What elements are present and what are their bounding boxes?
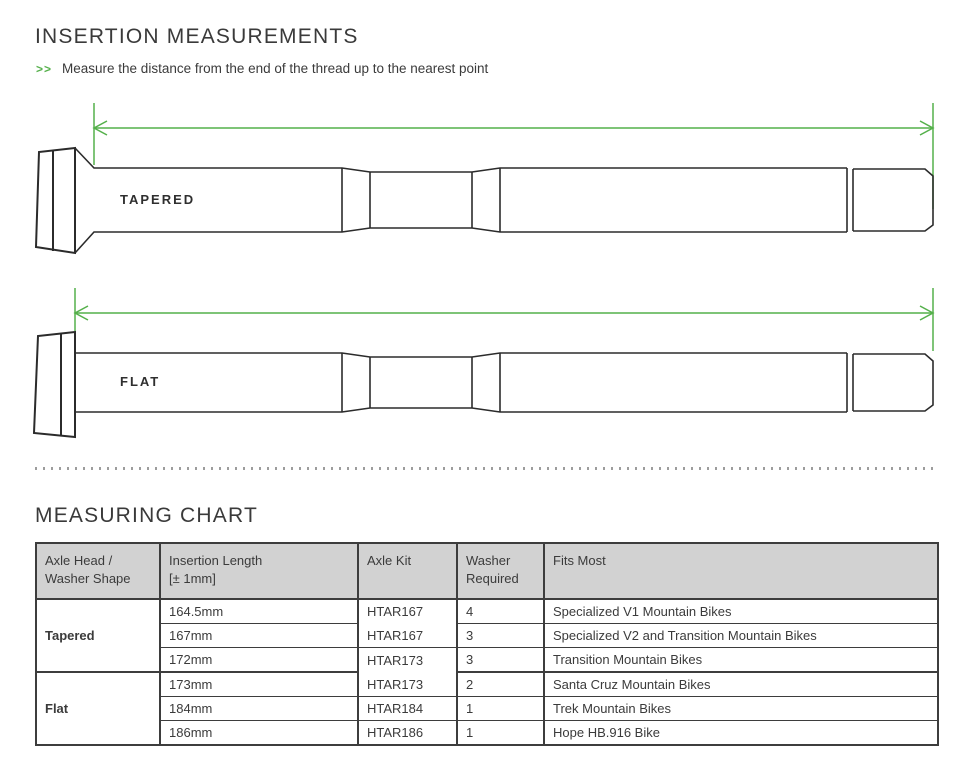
- col-header-washer-required: Washer Required: [457, 543, 544, 599]
- col-header-fits-most: Fits Most: [544, 543, 938, 599]
- shape-cell-flat: Flat: [36, 672, 160, 745]
- length-cell: 167mm: [160, 624, 358, 648]
- fits-cell: Hope HB.916 Bike: [544, 721, 938, 746]
- washer-cell: 1: [457, 721, 544, 746]
- axle-bottom-outline: [75, 228, 847, 253]
- fits-cell: Transition Mountain Bikes: [544, 648, 938, 673]
- length-cell: 184mm: [160, 697, 358, 721]
- kit-cell: HTAR173: [358, 672, 457, 697]
- table-row: 184mm HTAR184 1 Trek Mountain Bikes: [36, 697, 938, 721]
- measuring-chart: Axle Head / Washer Shape Insertion Lengt…: [35, 542, 937, 746]
- measure-note: >> Measure the distance from the end of …: [36, 61, 488, 76]
- table-row: Flat 173mm HTAR173 2 Santa Cruz Mountain…: [36, 672, 938, 697]
- dotted-divider: [35, 467, 937, 470]
- washer-cell: 1: [457, 697, 544, 721]
- kit-cell: HTAR184: [358, 697, 457, 721]
- tapered-dimension-arrow: [94, 103, 933, 209]
- table-row: 167mm HTAR167 3 Specialized V2 and Trans…: [36, 624, 938, 648]
- table-row: 186mm HTAR186 1 Hope HB.916 Bike: [36, 721, 938, 746]
- flat-axle-body: [75, 353, 933, 412]
- fits-cell: Specialized V1 Mountain Bikes: [544, 599, 938, 624]
- kit-cell: HTAR186: [358, 721, 457, 746]
- axle-thread-end: [853, 354, 933, 411]
- axle-thread-end: [853, 169, 933, 231]
- length-cell: 186mm: [160, 721, 358, 746]
- kit-cell: HTAR167: [358, 599, 457, 624]
- washer-cell: 2: [457, 672, 544, 697]
- fits-cell: Specialized V2 and Transition Mountain B…: [544, 624, 938, 648]
- measuring-chart-table: Axle Head / Washer Shape Insertion Lengt…: [35, 542, 939, 746]
- table-row: 172mm HTAR173 3 Transition Mountain Bike…: [36, 648, 938, 673]
- flat-axle-diagram: [30, 280, 940, 450]
- flat-dimension-arrow: [75, 288, 933, 351]
- col-header-insertion-length: Insertion Length [± 1mm]: [160, 543, 358, 599]
- measure-note-text: Measure the distance from the end of the…: [62, 61, 488, 76]
- col-header-axle-head-washer-shape: Axle Head / Washer Shape: [36, 543, 160, 599]
- kit-cell: HTAR167: [358, 624, 457, 648]
- tapered-axle-diagram: [30, 95, 940, 265]
- washer-cell: 4: [457, 599, 544, 624]
- fits-cell: Santa Cruz Mountain Bikes: [544, 672, 938, 697]
- flat-diagram-label: FLAT: [120, 374, 160, 389]
- length-cell: 172mm: [160, 648, 358, 673]
- axle-bottom-outline: [75, 408, 847, 412]
- flat-axle-head: [34, 332, 75, 437]
- insertion-measurements-title: INSERTION MEASUREMENTS: [35, 25, 359, 49]
- length-cell: 173mm: [160, 672, 358, 697]
- tapered-axle-head: [36, 148, 75, 253]
- washer-cell: 3: [457, 624, 544, 648]
- axle-top-outline: [75, 148, 847, 172]
- tapered-axle-body: [75, 148, 933, 253]
- axle-top-outline: [75, 353, 847, 357]
- shape-cell-tapered: Tapered: [36, 599, 160, 672]
- chevrons-icon: >>: [36, 62, 52, 76]
- axle-head-outline: [34, 332, 75, 437]
- measuring-chart-title: MEASURING CHART: [35, 504, 258, 528]
- axle-head-outline: [36, 148, 75, 253]
- tapered-diagram-label: TAPERED: [120, 192, 195, 207]
- fits-cell: Trek Mountain Bikes: [544, 697, 938, 721]
- col-header-axle-kit: Axle Kit: [358, 543, 457, 599]
- table-row: Tapered 164.5mm HTAR167 4 Specialized V1…: [36, 599, 938, 624]
- washer-cell: 3: [457, 648, 544, 673]
- kit-cell: HTAR173: [358, 648, 457, 673]
- length-cell: 164.5mm: [160, 599, 358, 624]
- table-header-row: Axle Head / Washer Shape Insertion Lengt…: [36, 543, 938, 599]
